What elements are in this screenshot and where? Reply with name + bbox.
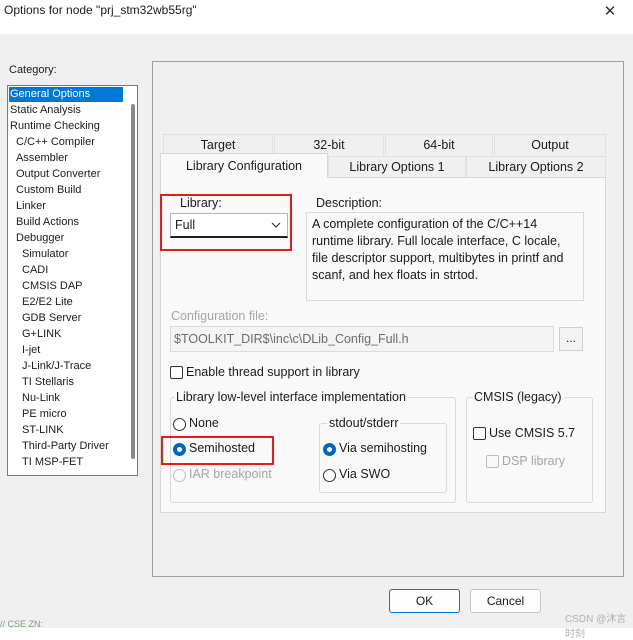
category-item-st-link[interactable]: ST-LINK [21, 423, 65, 438]
category-scrollbar[interactable] [129, 86, 137, 475]
category-item-third-party-driver[interactable]: Third-Party Driver [21, 439, 110, 454]
tab-output[interactable]: Output [494, 134, 606, 155]
ok-button[interactable]: OK [389, 589, 460, 613]
radio-via-swo-label: Via SWO [339, 467, 391, 481]
tab-32-bit[interactable]: 32-bit [274, 134, 384, 155]
use-cmsis-checkbox[interactable] [473, 427, 486, 440]
category-item-cmsis-dap[interactable]: CMSIS DAP [21, 279, 84, 294]
category-item-i-jet[interactable]: I-jet [21, 343, 41, 358]
close-icon[interactable]: ✕ [596, 0, 624, 22]
category-item-linker[interactable]: Linker [15, 199, 47, 214]
description-label: Description: [316, 196, 382, 210]
category-item-build-actions[interactable]: Build Actions [15, 215, 80, 230]
dsp-library-label: DSP library [502, 454, 565, 468]
watermark: CSDN @沐言时刻 [565, 614, 627, 640]
radio-via-semihosting[interactable] [323, 443, 336, 456]
category-item-pe-micro[interactable]: PE micro [21, 407, 68, 422]
category-item-g-link[interactable]: G+LINK [21, 327, 62, 342]
category-item-simulator[interactable]: Simulator [21, 247, 69, 262]
category-label: Category: [9, 64, 57, 76]
category-scrollbar-thumb[interactable] [131, 104, 135, 459]
category-item-e2-lite[interactable]: E2/E2 Lite [21, 295, 74, 310]
category-item-custom-build[interactable]: Custom Build [15, 183, 82, 198]
cmsis-group [466, 397, 593, 503]
config-file-field[interactable]: $TOOLKIT_DIR$\inc\c\DLib_Config_Full.h [170, 326, 554, 352]
tab-library-options-1[interactable]: Library Options 1 [328, 156, 466, 177]
category-item-debugger[interactable]: Debugger [15, 231, 65, 246]
radio-iar-breakpoint[interactable] [173, 469, 186, 482]
options-dialog: Options for node "prj_stm32wb55rg" ✕ Cat… [0, 0, 633, 640]
tab-64-bit[interactable]: 64-bit [385, 134, 493, 155]
radio-none-label: None [189, 416, 219, 430]
stdout-stderr-group [319, 423, 447, 493]
category-item-cpp-compiler[interactable]: C/C++ Compiler [15, 135, 96, 150]
config-file-browse-button[interactable]: ... [559, 327, 583, 351]
description-box: A complete configuration of the C/C++14 … [306, 212, 584, 301]
radio-via-swo[interactable] [323, 469, 336, 482]
category-item-ti-msp-fet[interactable]: TI MSP-FET [21, 455, 84, 470]
category-item-nu-link[interactable]: Nu-Link [21, 391, 61, 406]
category-item-cadi[interactable]: CADI [21, 263, 49, 278]
highlight-library-box [160, 194, 292, 251]
category-list[interactable]: General Options Static Analysis Runtime … [7, 85, 138, 476]
thread-support-checkbox[interactable] [170, 366, 183, 379]
cmsis-title: CMSIS (legacy) [472, 390, 564, 404]
config-file-label: Configuration file: [171, 309, 269, 323]
stdout-stderr-title: stdout/stderr [327, 416, 401, 430]
category-item-general-options[interactable]: General Options [9, 87, 123, 102]
category-item-output-converter[interactable]: Output Converter [15, 167, 101, 182]
cancel-button[interactable]: Cancel [470, 589, 541, 613]
category-item-j-link[interactable]: J-Link/J-Trace [21, 359, 92, 374]
radio-via-semihosting-label: Via semihosting [339, 441, 428, 455]
use-cmsis-label: Use CMSIS 5.7 [489, 426, 576, 440]
category-item-runtime-checking[interactable]: Runtime Checking [9, 119, 101, 134]
tab-target[interactable]: Target [163, 134, 273, 155]
highlight-semihosted-box [161, 436, 274, 465]
thread-support-label: Enable thread support in library [186, 365, 360, 379]
tab-library-configuration[interactable]: Library Configuration [160, 153, 328, 178]
background-code-fragment: // CSE ZN: [0, 620, 44, 628]
category-item-gdb-server[interactable]: GDB Server [21, 311, 82, 326]
tab-library-options-2[interactable]: Library Options 2 [466, 156, 606, 177]
window-title: Options for node "prj_stm32wb55rg" [4, 3, 197, 17]
radio-none[interactable] [173, 418, 186, 431]
title-bar: Options for node "prj_stm32wb55rg" ✕ [0, 0, 633, 34]
dsp-library-checkbox[interactable] [486, 455, 499, 468]
low-level-interface-title: Library low-level interface implementati… [174, 390, 408, 404]
radio-iar-breakpoint-label: IAR breakpoint [189, 467, 272, 481]
category-item-static-analysis[interactable]: Static Analysis [9, 103, 82, 118]
category-item-assembler[interactable]: Assembler [15, 151, 69, 166]
category-item-ti-stellaris[interactable]: TI Stellaris [21, 375, 75, 390]
